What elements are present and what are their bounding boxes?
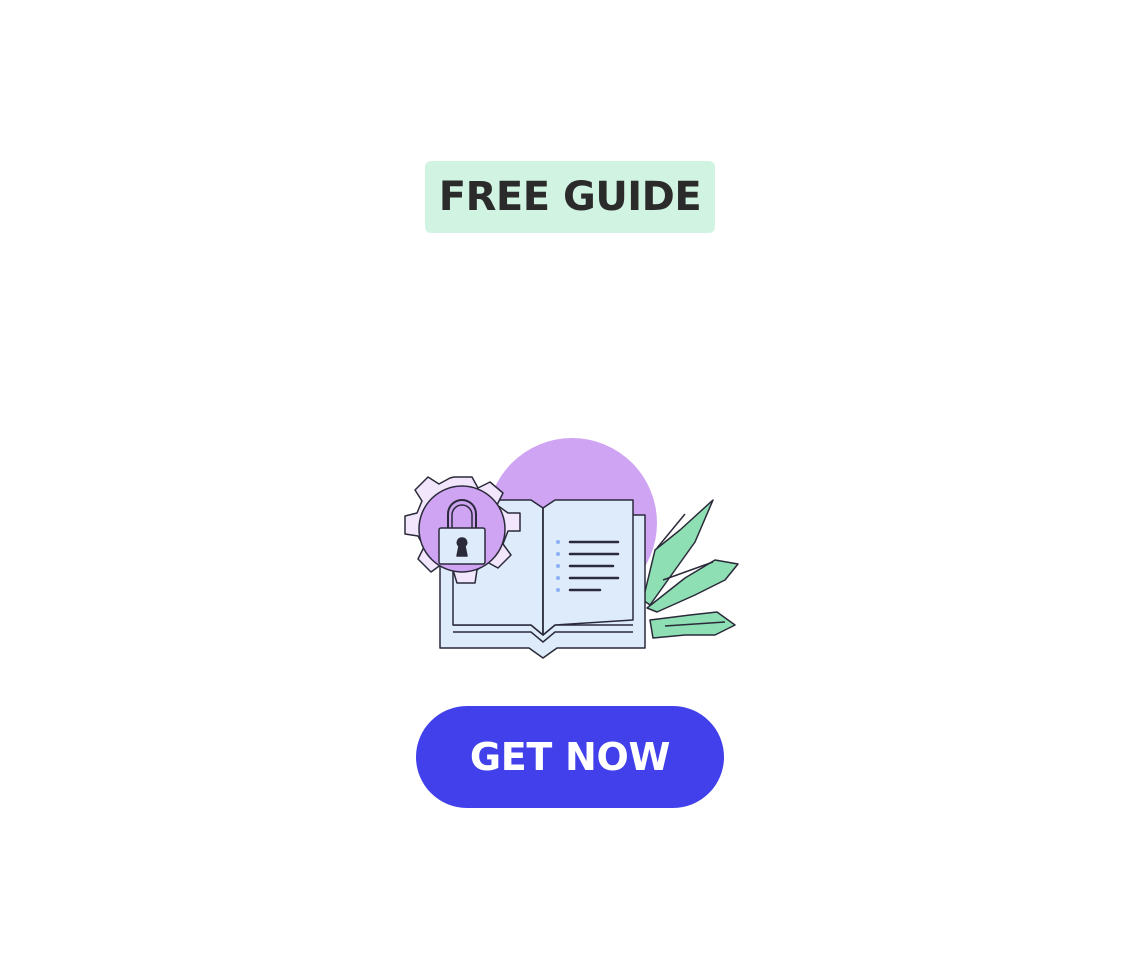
landing-page: FREE GUIDE GET NOW bbox=[0, 0, 1140, 960]
free-guide-badge: FREE GUIDE bbox=[425, 161, 715, 233]
get-now-button[interactable]: GET NOW bbox=[416, 706, 724, 808]
leaves-icon bbox=[642, 499, 739, 639]
guide-illustration bbox=[404, 438, 739, 659]
get-now-label: GET NOW bbox=[469, 735, 671, 779]
free-guide-label: FREE GUIDE bbox=[438, 174, 702, 220]
